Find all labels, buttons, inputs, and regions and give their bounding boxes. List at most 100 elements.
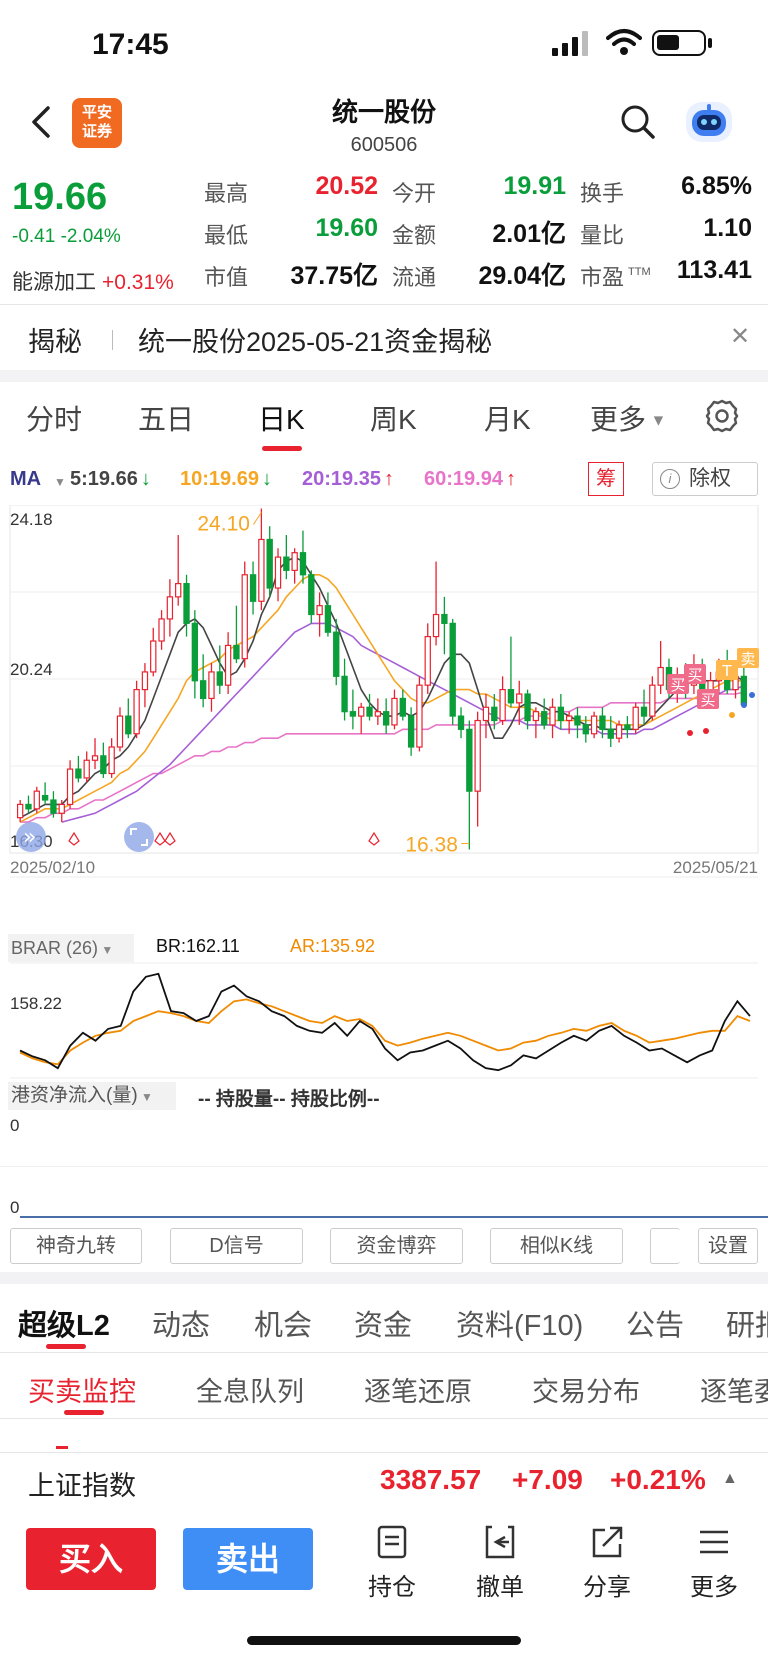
hk-axis-bottom: 0 xyxy=(10,1198,20,1217)
candle-body xyxy=(557,706,565,722)
caret-up-icon[interactable]: ▲ xyxy=(722,1470,738,1488)
quote-label: 金额 xyxy=(392,223,437,248)
start-date: 2025/02/10 xyxy=(10,858,95,877)
ma-value-0: 5:19.66 ↓ xyxy=(70,468,151,491)
tab-opportunity[interactable]: 机会 xyxy=(254,1302,312,1344)
candlestick-chart[interactable]: 24.1820.2416.3024.1016.382025/02/102025/… xyxy=(0,505,768,930)
event-marker-icon xyxy=(368,831,380,846)
indicator-selector[interactable]: BRAR (26) ▼ xyxy=(8,934,134,962)
stock-code: 600506 xyxy=(350,134,418,156)
candle-body xyxy=(91,755,99,761)
candle-body xyxy=(649,684,656,717)
gear-icon[interactable] xyxy=(704,398,740,434)
tool-magic-nine[interactable]: 神奇九转 xyxy=(10,1228,142,1264)
tab-f10[interactable]: 资料(F10) xyxy=(456,1302,583,1344)
candle-body xyxy=(175,583,182,598)
section-gap xyxy=(0,370,768,382)
candle-body xyxy=(491,706,498,722)
active-tab-indicator xyxy=(46,1344,86,1349)
candle-body xyxy=(341,675,348,713)
tool-similar-k[interactable]: 相似K线 xyxy=(490,1228,623,1264)
candle-body xyxy=(16,803,24,819)
brar-chart[interactable]: 158.22 xyxy=(0,962,768,1080)
tab-monthly-k[interactable]: 月K xyxy=(484,398,531,438)
ma-value-text: 10:19.69 xyxy=(180,468,259,490)
hk-flow-summary: -- 持股量-- 持股比例-- xyxy=(198,1089,380,1110)
trade-marker-label: 买 xyxy=(687,666,702,684)
high-pointer xyxy=(252,512,262,525)
candle-body xyxy=(740,675,748,706)
index-name: 上证指数 xyxy=(28,1471,136,1501)
candle-body xyxy=(532,711,540,722)
back-arrow-icon[interactable] xyxy=(26,104,56,140)
candle-body xyxy=(241,574,248,660)
candle-body xyxy=(574,715,581,726)
candle-body xyxy=(549,706,556,726)
search-icon[interactable] xyxy=(620,104,656,140)
signal-dot xyxy=(741,702,747,708)
tab-weekly-k[interactable]: 周K xyxy=(370,398,417,438)
reveal-link[interactable]: 统一股份2025-05-21资金揭秘 xyxy=(138,320,492,359)
cancel-order-label: 撤单 xyxy=(476,1574,524,1601)
subtab-tick-restore[interactable]: 逐笔还原 xyxy=(364,1370,472,1409)
tab-super-l2[interactable]: 超级L2 xyxy=(18,1302,110,1344)
sector-info[interactable]: 能源加工 +0.31% xyxy=(12,266,174,296)
reveal-divider xyxy=(112,330,113,350)
hk-flow-baseline xyxy=(20,1216,768,1218)
hk-flow-selector[interactable]: 港资净流入(量) ▼ xyxy=(8,1082,176,1110)
subtab-trade-distribution[interactable]: 交易分布 xyxy=(532,1370,640,1409)
fullscreen-icon xyxy=(124,822,154,852)
candle-body xyxy=(108,746,115,775)
tool-fund-game[interactable]: 资金博弈 xyxy=(330,1228,463,1264)
candle-body xyxy=(374,711,382,717)
signal-dot xyxy=(687,730,693,736)
sell-button[interactable]: 卖出 xyxy=(183,1528,313,1590)
tab-minute[interactable]: 分时 xyxy=(26,398,82,438)
tool-settings[interactable]: 设置 xyxy=(698,1228,758,1264)
status-time: 17:45 xyxy=(92,28,169,61)
tool-d-signal[interactable]: D信号 xyxy=(170,1228,303,1264)
tab-more-label: 更多 xyxy=(590,404,647,435)
candle-body xyxy=(158,618,165,642)
subtab-full-queue[interactable]: 全息队列 xyxy=(196,1370,304,1409)
tab-more[interactable]: 更多 ▼ xyxy=(590,398,666,438)
subtab-tick-orders[interactable]: 逐笔委托 xyxy=(700,1370,768,1409)
share-button[interactable]: 分享 xyxy=(567,1524,647,1602)
ai-assistant-icon[interactable] xyxy=(686,102,732,142)
ma20-line xyxy=(61,622,745,823)
tab-daily-k[interactable]: 日K xyxy=(258,398,305,438)
quote-label: 今开 xyxy=(392,181,437,206)
candle-body xyxy=(83,759,90,779)
candle-body xyxy=(457,715,465,730)
hk-flow-label: 港资净流入(量) xyxy=(11,1085,138,1106)
undo-icon xyxy=(485,1525,515,1559)
candle-body xyxy=(615,724,623,739)
candle-body xyxy=(466,728,473,792)
holdings-label: 持仓 xyxy=(368,1574,416,1601)
candle-body xyxy=(150,640,157,673)
red-mark xyxy=(56,1446,68,1449)
divider xyxy=(0,304,768,305)
quote-value: 37.75亿 xyxy=(290,262,378,290)
more-button[interactable]: 更多 xyxy=(674,1524,754,1602)
broker-logo[interactable]: 平安 证券 xyxy=(72,98,122,148)
tab-funds[interactable]: 资金 xyxy=(354,1302,412,1344)
buy-button[interactable]: 买入 xyxy=(26,1528,156,1590)
tab-dynamics[interactable]: 动态 xyxy=(152,1302,210,1344)
tab-five-day[interactable]: 五日 xyxy=(138,398,194,438)
cancel-order-button[interactable]: 撤单 xyxy=(460,1524,540,1602)
tab-announcements[interactable]: 公告 xyxy=(626,1302,684,1344)
ma-label[interactable]: MA xyxy=(10,468,41,491)
close-icon[interactable]: ✕ xyxy=(730,322,750,351)
subtab-trade-monitor[interactable]: 买卖监控 xyxy=(28,1370,136,1409)
holdings-button[interactable]: 持仓 xyxy=(352,1524,432,1602)
tool-partial[interactable] xyxy=(650,1228,680,1264)
candle-body xyxy=(482,706,490,722)
end-date: 2025/05/21 xyxy=(673,858,758,877)
quote-label: 市盈 xyxy=(580,265,625,290)
candle-body xyxy=(424,636,431,686)
tab-research[interactable]: 研报 xyxy=(726,1302,768,1344)
candle-body xyxy=(640,706,648,717)
candle-body xyxy=(75,768,82,779)
chip-distribution-button[interactable]: 筹 xyxy=(588,462,624,496)
